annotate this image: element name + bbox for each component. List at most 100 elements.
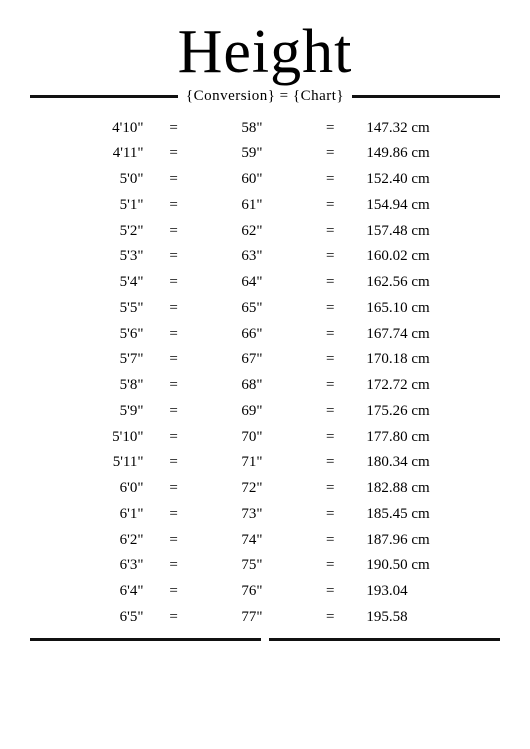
cm-value: 180.34 cm xyxy=(356,450,500,476)
table-row: 5'3" = 63" = 160.02 cm xyxy=(30,244,500,270)
table-row: 5'9" = 69" = 175.26 cm xyxy=(30,398,500,424)
inches-value: 75" xyxy=(200,553,304,579)
subtitle-divider: {Conversion} = {Chart} xyxy=(30,88,500,105)
conversion-table: 4'10" = 58" = 147.32 cm 4'11" = 59" = 14… xyxy=(30,115,500,630)
cm-value: 160.02 cm xyxy=(356,244,500,270)
equals-sign-2: = xyxy=(304,115,356,141)
inches-value: 59" xyxy=(200,141,304,167)
equals-sign-2: = xyxy=(304,501,356,527)
cm-value: 149.86 cm xyxy=(356,141,500,167)
cm-value: 185.45 cm xyxy=(356,501,500,527)
table-row: 6'0" = 72" = 182.88 cm xyxy=(30,476,500,502)
inches-value: 72" xyxy=(200,476,304,502)
equals-sign-2: = xyxy=(304,373,356,399)
feet-value: 5'3" xyxy=(30,244,148,270)
equals-sign-1: = xyxy=(148,604,200,630)
inches-value: 71" xyxy=(200,450,304,476)
table-row: 6'5" = 77" = 195.58 xyxy=(30,604,500,630)
equals-sign-1: = xyxy=(148,450,200,476)
cm-value: 177.80 cm xyxy=(356,424,500,450)
equals-sign-2: = xyxy=(304,450,356,476)
equals-sign-2: = xyxy=(304,553,356,579)
feet-value: 6'3" xyxy=(30,553,148,579)
cm-value: 172.72 cm xyxy=(356,373,500,399)
equals-sign-1: = xyxy=(148,115,200,141)
inches-value: 61" xyxy=(200,192,304,218)
inches-value: 67" xyxy=(200,347,304,373)
cm-value: 165.10 cm xyxy=(356,295,500,321)
inches-value: 77" xyxy=(200,604,304,630)
table-row: 5'8" = 68" = 172.72 cm xyxy=(30,373,500,399)
cm-value: 170.18 cm xyxy=(356,347,500,373)
inches-value: 70" xyxy=(200,424,304,450)
feet-value: 4'11" xyxy=(30,141,148,167)
feet-value: 5'8" xyxy=(30,373,148,399)
feet-value: 5'7" xyxy=(30,347,148,373)
equals-sign-2: = xyxy=(304,424,356,450)
equals-sign-1: = xyxy=(148,347,200,373)
inches-value: 62" xyxy=(200,218,304,244)
equals-sign-1: = xyxy=(148,321,200,347)
cm-value: 193.04 xyxy=(356,579,500,605)
equals-sign-1: = xyxy=(148,373,200,399)
equals-sign-2: = xyxy=(304,244,356,270)
page-title: Height xyxy=(178,18,353,86)
inches-value: 76" xyxy=(200,579,304,605)
equals-sign-2: = xyxy=(304,218,356,244)
table-row: 5'4" = 64" = 162.56 cm xyxy=(30,270,500,296)
equals-sign-2: = xyxy=(304,295,356,321)
table-row: 5'11" = 71" = 180.34 cm xyxy=(30,450,500,476)
equals-sign-1: = xyxy=(148,398,200,424)
equals-sign-1: = xyxy=(148,218,200,244)
equals-sign-2: = xyxy=(304,167,356,193)
cm-value: 190.50 cm xyxy=(356,553,500,579)
table-row: 6'4" = 76" = 193.04 xyxy=(30,579,500,605)
equals-sign-2: = xyxy=(304,604,356,630)
inches-value: 74" xyxy=(200,527,304,553)
equals-sign-2: = xyxy=(304,347,356,373)
inches-value: 58" xyxy=(200,115,304,141)
feet-value: 5'11" xyxy=(30,450,148,476)
inches-value: 66" xyxy=(200,321,304,347)
table-row: 5'2" = 62" = 157.48 cm xyxy=(30,218,500,244)
divider-line-bottom-right xyxy=(269,638,500,641)
cm-value: 175.26 cm xyxy=(356,398,500,424)
cm-value: 162.56 cm xyxy=(356,270,500,296)
height-table: 4'10" = 58" = 147.32 cm 4'11" = 59" = 14… xyxy=(30,115,500,630)
feet-value: 5'6" xyxy=(30,321,148,347)
table-row: 5'5" = 65" = 165.10 cm xyxy=(30,295,500,321)
cm-value: 182.88 cm xyxy=(356,476,500,502)
equals-sign-2: = xyxy=(304,398,356,424)
equals-sign-1: = xyxy=(148,501,200,527)
feet-value: 6'2" xyxy=(30,527,148,553)
feet-value: 4'10" xyxy=(30,115,148,141)
feet-value: 5'10" xyxy=(30,424,148,450)
cm-value: 157.48 cm xyxy=(356,218,500,244)
feet-value: 5'9" xyxy=(30,398,148,424)
equals-sign-1: = xyxy=(148,167,200,193)
feet-value: 5'4" xyxy=(30,270,148,296)
equals-sign-1: = xyxy=(148,270,200,296)
equals-sign-1: = xyxy=(148,192,200,218)
inches-value: 63" xyxy=(200,244,304,270)
table-row: 5'6" = 66" = 167.74 cm xyxy=(30,321,500,347)
equals-sign-2: = xyxy=(304,270,356,296)
inches-value: 69" xyxy=(200,398,304,424)
inches-value: 65" xyxy=(200,295,304,321)
feet-value: 6'5" xyxy=(30,604,148,630)
feet-value: 6'4" xyxy=(30,579,148,605)
equals-sign-1: = xyxy=(148,527,200,553)
divider-line-left xyxy=(30,95,178,98)
equals-sign-1: = xyxy=(148,295,200,321)
equals-sign-2: = xyxy=(304,579,356,605)
table-row: 4'10" = 58" = 147.32 cm xyxy=(30,115,500,141)
cm-value: 154.94 cm xyxy=(356,192,500,218)
subtitle-text: {Conversion} = {Chart} xyxy=(186,88,344,105)
equals-sign-2: = xyxy=(304,141,356,167)
bottom-divider xyxy=(30,638,500,641)
cm-value: 152.40 cm xyxy=(356,167,500,193)
feet-value: 6'1" xyxy=(30,501,148,527)
cm-value: 195.58 xyxy=(356,604,500,630)
equals-sign-2: = xyxy=(304,527,356,553)
equals-sign-1: = xyxy=(148,476,200,502)
